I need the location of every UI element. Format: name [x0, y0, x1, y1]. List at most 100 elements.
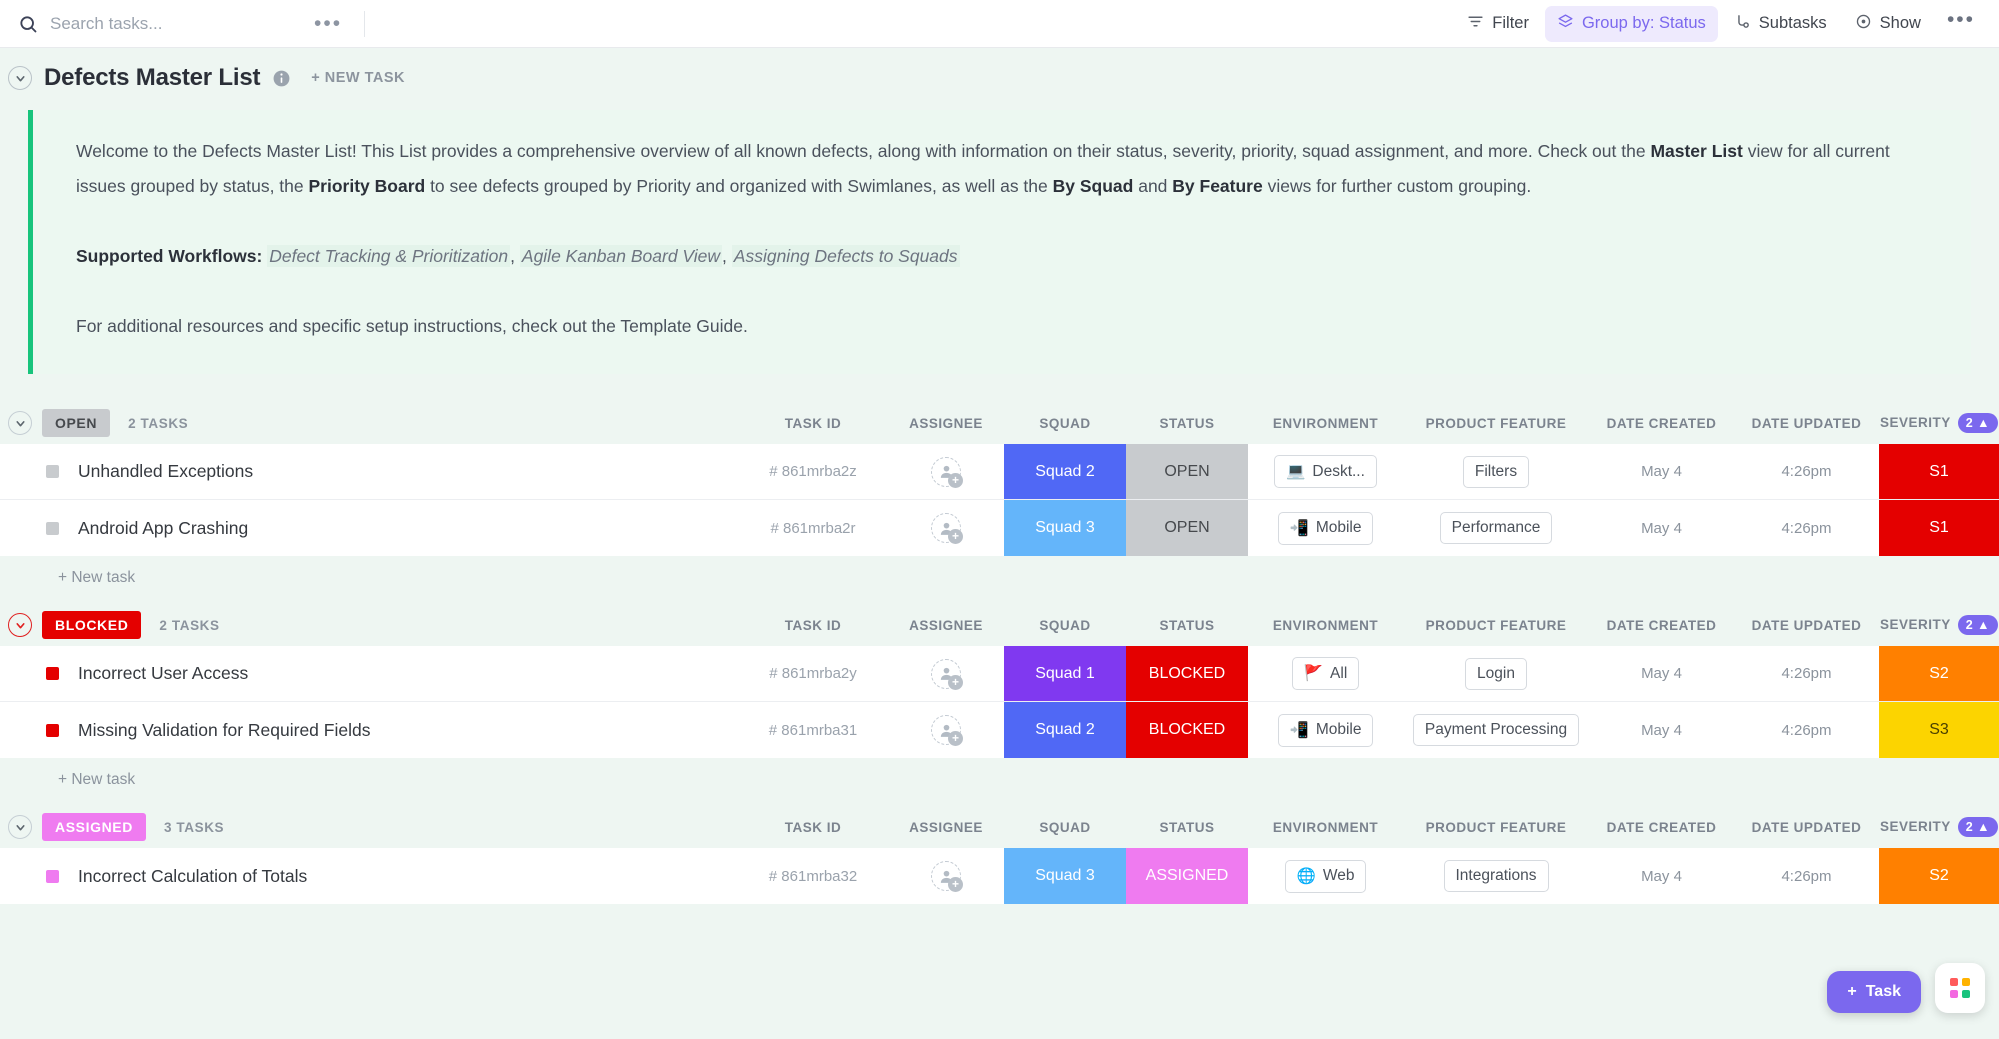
- assignee-cell[interactable]: +: [888, 702, 1004, 758]
- squad-cell[interactable]: Squad 1: [1004, 646, 1126, 701]
- column-header-date-created[interactable]: DATE CREATED: [1589, 820, 1734, 835]
- status-cell[interactable]: OPEN: [1126, 444, 1248, 499]
- assignee-cell[interactable]: +: [888, 444, 1004, 499]
- group-status-pill[interactable]: ASSIGNED: [42, 813, 146, 841]
- add-assignee-icon[interactable]: +: [948, 877, 963, 892]
- group-collapse-button[interactable]: [8, 411, 32, 435]
- add-assignee-icon[interactable]: +: [948, 529, 963, 544]
- column-header-date-updated[interactable]: DATE UPDATED: [1734, 416, 1879, 431]
- avatar-placeholder-icon[interactable]: +: [931, 659, 961, 689]
- avatar-placeholder-icon[interactable]: +: [931, 861, 961, 891]
- product-feature-tag[interactable]: Performance: [1440, 512, 1553, 544]
- avatar-placeholder-icon[interactable]: +: [931, 513, 961, 543]
- group-by-button[interactable]: Group by: Status: [1545, 6, 1718, 42]
- column-header-task-id[interactable]: TASK ID: [738, 416, 888, 431]
- status-cell[interactable]: ASSIGNED: [1126, 848, 1248, 904]
- environment-cell[interactable]: 🌐Web: [1248, 848, 1403, 904]
- add-assignee-icon[interactable]: +: [948, 473, 963, 488]
- environment-tag[interactable]: 🚩All: [1292, 657, 1360, 690]
- environment-cell[interactable]: 🚩All: [1248, 646, 1403, 701]
- column-header-squad[interactable]: SQUAD: [1004, 416, 1126, 431]
- column-header-assignee[interactable]: ASSIGNEE: [888, 416, 1004, 431]
- new-task-row[interactable]: + New task: [0, 556, 1999, 600]
- column-header-severity[interactable]: SEVERITY2▲: [1879, 817, 1999, 837]
- column-header-date-created[interactable]: DATE CREATED: [1589, 416, 1734, 431]
- environment-cell[interactable]: 📲Mobile: [1248, 702, 1403, 758]
- group-status-pill[interactable]: OPEN: [42, 409, 110, 437]
- severity-sort-badge[interactable]: 2▲: [1958, 615, 1998, 635]
- severity-cell[interactable]: S2: [1879, 848, 1999, 904]
- add-assignee-icon[interactable]: +: [948, 731, 963, 746]
- task-name-cell[interactable]: Incorrect Calculation of Totals: [0, 848, 738, 904]
- group-collapse-button[interactable]: [8, 613, 32, 637]
- product-feature-tag[interactable]: Integrations: [1444, 860, 1549, 892]
- info-icon[interactable]: [272, 69, 291, 88]
- column-header-environment[interactable]: ENVIRONMENT: [1248, 618, 1403, 633]
- severity-cell[interactable]: S1: [1879, 444, 1999, 499]
- apps-switcher-button[interactable]: [1935, 963, 1985, 1013]
- column-header-task-id[interactable]: TASK ID: [738, 820, 888, 835]
- column-header-severity[interactable]: SEVERITY2▲: [1879, 615, 1999, 635]
- environment-tag[interactable]: 📲Mobile: [1278, 512, 1374, 545]
- status-cell[interactable]: BLOCKED: [1126, 646, 1248, 701]
- assignee-cell[interactable]: +: [888, 500, 1004, 556]
- avatar-placeholder-icon[interactable]: +: [931, 457, 961, 487]
- severity-sort-badge[interactable]: 2▲: [1958, 817, 1998, 837]
- environment-tag[interactable]: 🌐Web: [1285, 860, 1367, 893]
- column-header-task-id[interactable]: TASK ID: [738, 618, 888, 633]
- search-input[interactable]: [50, 14, 280, 34]
- column-header-product-feature[interactable]: PRODUCT FEATURE: [1403, 820, 1589, 835]
- severity-cell[interactable]: S2: [1879, 646, 1999, 701]
- environment-tag[interactable]: 💻Deskt...: [1274, 455, 1377, 488]
- add-assignee-icon[interactable]: +: [948, 675, 963, 690]
- filter-button[interactable]: Filter: [1455, 6, 1541, 42]
- workflow-link-3[interactable]: Assigning Defects to Squads: [732, 245, 960, 267]
- table-row[interactable]: Incorrect Calculation of Totals# 861mrba…: [0, 848, 1999, 904]
- environment-tag[interactable]: 📲Mobile: [1278, 714, 1374, 747]
- environment-cell[interactable]: 📲Mobile: [1248, 500, 1403, 556]
- table-row[interactable]: Unhandled Exceptions# 861mrba2z+Squad 2O…: [0, 444, 1999, 500]
- toolbar-overflow-button[interactable]: •••: [1937, 15, 1985, 33]
- column-header-status[interactable]: STATUS: [1126, 820, 1248, 835]
- squad-cell[interactable]: Squad 2: [1004, 702, 1126, 758]
- column-header-status[interactable]: STATUS: [1126, 416, 1248, 431]
- workflow-link-2[interactable]: Agile Kanban Board View: [520, 245, 722, 267]
- squad-cell[interactable]: Squad 3: [1004, 500, 1126, 556]
- product-feature-cell[interactable]: Payment Processing: [1403, 702, 1589, 758]
- subtasks-button[interactable]: Subtasks: [1722, 6, 1839, 42]
- squad-cell[interactable]: Squad 3: [1004, 848, 1126, 904]
- status-cell[interactable]: BLOCKED: [1126, 702, 1248, 758]
- squad-cell[interactable]: Squad 2: [1004, 444, 1126, 499]
- product-feature-tag[interactable]: Filters: [1463, 456, 1529, 488]
- status-cell[interactable]: OPEN: [1126, 500, 1248, 556]
- assignee-cell[interactable]: +: [888, 646, 1004, 701]
- column-header-assignee[interactable]: ASSIGNEE: [888, 618, 1004, 633]
- severity-cell[interactable]: S1: [1879, 500, 1999, 556]
- table-row[interactable]: Missing Validation for Required Fields# …: [0, 702, 1999, 758]
- group-collapse-button[interactable]: [8, 815, 32, 839]
- product-feature-cell[interactable]: Performance: [1403, 500, 1589, 556]
- collapse-list-button[interactable]: [8, 66, 32, 90]
- table-row[interactable]: Android App Crashing# 861mrba2r+Squad 3O…: [0, 500, 1999, 556]
- group-status-pill[interactable]: BLOCKED: [42, 611, 141, 639]
- severity-sort-badge[interactable]: 2▲: [1958, 413, 1998, 433]
- column-header-status[interactable]: STATUS: [1126, 618, 1248, 633]
- column-header-squad[interactable]: SQUAD: [1004, 820, 1126, 835]
- avatar-placeholder-icon[interactable]: +: [931, 715, 961, 745]
- column-header-product-feature[interactable]: PRODUCT FEATURE: [1403, 416, 1589, 431]
- column-header-product-feature[interactable]: PRODUCT FEATURE: [1403, 618, 1589, 633]
- product-feature-cell[interactable]: Integrations: [1403, 848, 1589, 904]
- workflow-link-1[interactable]: Defect Tracking & Prioritization: [267, 245, 510, 267]
- product-feature-cell[interactable]: Login: [1403, 646, 1589, 701]
- task-name-cell[interactable]: Android App Crashing: [0, 500, 738, 556]
- search-more-options-button[interactable]: •••: [300, 19, 356, 29]
- environment-cell[interactable]: 💻Deskt...: [1248, 444, 1403, 499]
- new-task-link[interactable]: + New task: [58, 569, 135, 587]
- column-header-date-created[interactable]: DATE CREATED: [1589, 618, 1734, 633]
- column-header-environment[interactable]: ENVIRONMENT: [1248, 416, 1403, 431]
- product-feature-tag[interactable]: Login: [1465, 658, 1527, 690]
- assignee-cell[interactable]: +: [888, 848, 1004, 904]
- search-container[interactable]: [0, 14, 300, 34]
- task-name-cell[interactable]: Missing Validation for Required Fields: [0, 702, 738, 758]
- new-task-row[interactable]: + New task: [0, 758, 1999, 802]
